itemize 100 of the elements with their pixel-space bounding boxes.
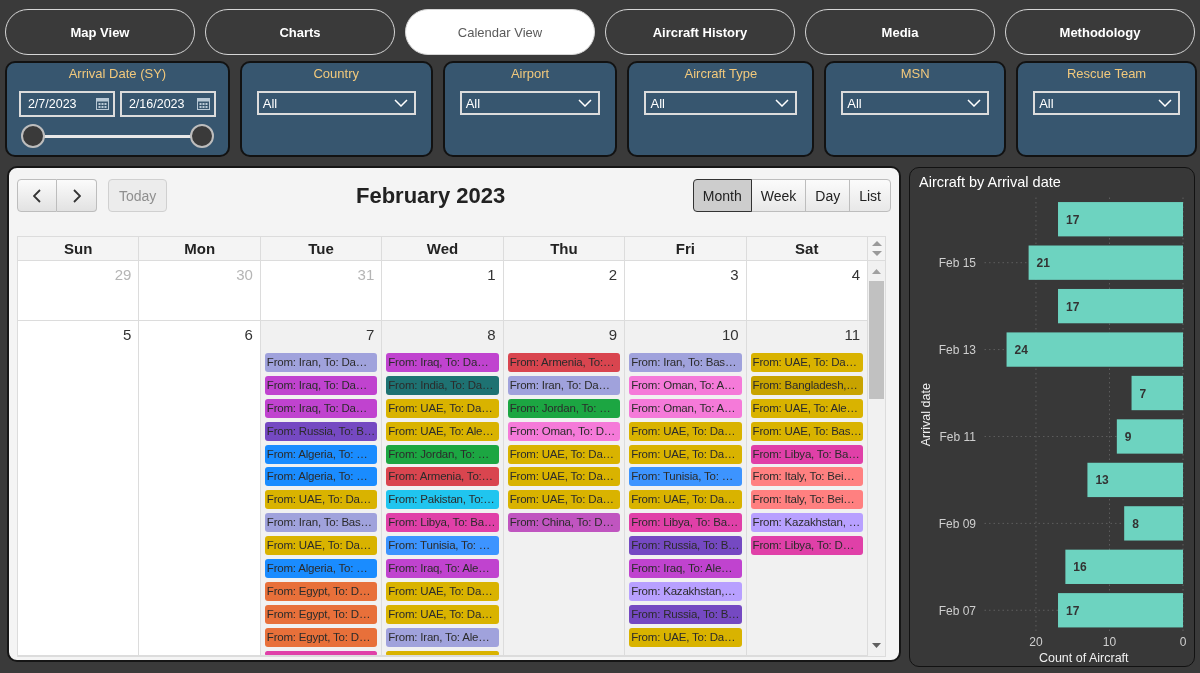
nav-tab[interactable]: Aircraft History bbox=[605, 9, 795, 55]
event-chip[interactable]: From: Oman, To: D… bbox=[507, 421, 621, 441]
event-chip[interactable]: From: Kazakhstan,… bbox=[629, 581, 742, 601]
day-cell[interactable]: 11 From: UAE, To: Da… From: Bangladesh,… From: UAE, To: Ale… From: UAE, To: Bas… From: Libya, To: Ba… From: Italy, To: Bei… From: Italy, To: Bei… From: Kazakhstan, … From: Libya, To: D… bbox=[746, 321, 868, 656]
calendar-title: February 2023 bbox=[356, 182, 506, 209]
nav-tab[interactable]: Methodology bbox=[1005, 9, 1195, 55]
event-chip[interactable]: From: Tunisia, To: … bbox=[629, 467, 742, 487]
nav-tab[interactable]: Map View bbox=[5, 9, 195, 55]
axis-label: Feb 15 bbox=[938, 256, 976, 271]
event-chip[interactable]: From: Libya, To: Ba… bbox=[629, 513, 742, 533]
event-chip[interactable]: From: China, To: D… bbox=[507, 513, 621, 533]
event-chip[interactable]: From: UAE, To: Da… bbox=[264, 490, 378, 510]
event-chip[interactable]: From: UAE, To: Bas… bbox=[750, 421, 863, 441]
event-chip[interactable]: From: Iraq, To: Ale… bbox=[386, 559, 499, 578]
event-chip[interactable]: From: Algeria, To: … bbox=[264, 559, 378, 578]
event-chip[interactable]: From: Iraq, To: Da… bbox=[264, 375, 378, 395]
event-chip[interactable]: From: UAE, To: Da… bbox=[386, 398, 499, 418]
event-chip[interactable]: From: UAE, To: Ale… bbox=[386, 421, 499, 441]
weekday-header: Wed bbox=[382, 237, 504, 261]
event-chip[interactable]: From: Libya, To: D… bbox=[750, 536, 863, 556]
event-chip[interactable]: From: Iraq, To: Da… bbox=[264, 398, 378, 418]
event-chip[interactable]: From: Armenia, To:… bbox=[386, 467, 499, 487]
view-button[interactable]: Week bbox=[750, 179, 807, 212]
dropdown-field[interactable]: All bbox=[841, 91, 990, 115]
event-chip[interactable]: From: UAE, To: Da… bbox=[386, 581, 499, 601]
range-slider[interactable] bbox=[20, 123, 214, 149]
day-cell[interactable]: 1 bbox=[382, 261, 504, 321]
event-chip[interactable]: From: UAE, To: Da… bbox=[750, 353, 863, 372]
event-chip[interactable]: From: Tunisia, To: … bbox=[386, 536, 499, 556]
scrollbar-thumb[interactable] bbox=[869, 281, 884, 399]
event-chip[interactable]: From: Jordan, To: … bbox=[507, 398, 621, 418]
bar-value-label: 21 bbox=[1036, 256, 1050, 271]
event-chip[interactable]: From: Iran, To: Ale… bbox=[386, 627, 499, 647]
event-chip[interactable]: From: Oman, To: A… bbox=[629, 375, 742, 395]
day-cell[interactable]: 4 bbox=[746, 261, 868, 321]
nav-tab[interactable]: Media bbox=[805, 9, 995, 55]
event-chip[interactable]: From: Algeria, To: … bbox=[264, 444, 378, 464]
day-cell[interactable]: 3 bbox=[625, 261, 747, 321]
event-chip[interactable]: From: Libya, To: Ba… bbox=[386, 513, 499, 533]
date-input[interactable]: 2/7/2023 bbox=[18, 91, 115, 117]
event-chip[interactable]: From: UAE, To: Ale… bbox=[750, 398, 863, 418]
event-chip[interactable]: From: UAE, To: Da… bbox=[629, 627, 742, 647]
event-chip[interactable]: From: Libya, To: Ba… bbox=[750, 444, 863, 464]
event-chip[interactable]: From: Iraq, To: Ale… bbox=[629, 559, 742, 578]
scrollbar[interactable] bbox=[868, 261, 885, 656]
prev-button[interactable] bbox=[17, 179, 57, 212]
event-chip[interactable]: From: Egypt, To: D… bbox=[264, 627, 378, 647]
bar-value-label: 7 bbox=[1139, 386, 1147, 401]
slider-thumb[interactable] bbox=[189, 124, 214, 148]
event-chip[interactable]: From: Jordan, To: … bbox=[386, 444, 499, 464]
view-button[interactable]: Day bbox=[805, 179, 851, 212]
event-chip[interactable]: From: UAE, To: Da… bbox=[264, 536, 378, 556]
day-number: 5 bbox=[123, 325, 132, 345]
up-down-arrows-icon[interactable] bbox=[871, 241, 882, 256]
event-chip[interactable]: From: Oman, To: A… bbox=[629, 398, 742, 418]
event-chip[interactable]: From: UAE, To: Da… bbox=[629, 490, 742, 510]
day-cell[interactable]: 5 bbox=[18, 321, 140, 656]
event-chip[interactable]: From: UAE, To: Da… bbox=[386, 604, 499, 624]
dropdown-field[interactable]: All bbox=[256, 91, 416, 115]
event-chip[interactable]: From: Egypt, To: D… bbox=[264, 604, 378, 624]
bar bbox=[1116, 419, 1183, 454]
day-cell[interactable] bbox=[625, 321, 747, 656]
dropdown-field[interactable]: All bbox=[1033, 91, 1180, 115]
event-chip[interactable]: From: UAE, To: Da… bbox=[507, 490, 621, 510]
event-chip[interactable]: From: Algeria, To: … bbox=[264, 467, 378, 487]
view-button[interactable]: List bbox=[849, 179, 891, 212]
event-chip[interactable]: From: Armenia, To:… bbox=[507, 353, 621, 372]
event-chip[interactable]: From: Italy, To: Bei… bbox=[750, 467, 863, 487]
event-chip[interactable]: From: Iran, To: Da… bbox=[507, 375, 621, 395]
day-cell[interactable]: 9 From: Armenia, To:… From: Iran, To: Da… From: Jordan, To: … From: Oman, To: D… From: UAE, To: Da… From: UAE, To: Da… From: UAE, To: Da… From: China, To: D… bbox=[503, 321, 626, 656]
event-chip[interactable]: From: Egypt, To: D… bbox=[264, 581, 378, 601]
day-cell[interactable] bbox=[260, 321, 383, 656]
day-cell[interactable]: 6 bbox=[139, 321, 261, 656]
event-chip[interactable]: From: UAE, To: Da… bbox=[629, 421, 742, 441]
event-chip[interactable]: From: UAE, To: Da… bbox=[507, 444, 621, 464]
event-chip[interactable]: From: UAE, To: Da… bbox=[629, 444, 742, 464]
next-button[interactable] bbox=[57, 179, 97, 212]
nav-tab[interactable]: Calendar View bbox=[405, 9, 595, 55]
event-chip[interactable]: From: Iran, To: Da… bbox=[264, 353, 378, 372]
view-button[interactable]: Month bbox=[692, 179, 752, 212]
day-number: 31 bbox=[357, 265, 375, 285]
dropdown-field[interactable]: All bbox=[644, 91, 798, 115]
event-chip[interactable]: From: Pakistan, To:… bbox=[386, 490, 499, 510]
slider-thumb[interactable] bbox=[20, 124, 45, 148]
event-chip[interactable]: From: Bangladesh,… bbox=[750, 375, 863, 395]
day-number: 2 bbox=[608, 265, 618, 285]
dropdown-field[interactable]: All bbox=[459, 91, 601, 115]
tick-label: 20 bbox=[1029, 635, 1043, 649]
day-cell[interactable] bbox=[382, 321, 504, 656]
event-chip[interactable]: From: Iran, To: Bas… bbox=[629, 353, 742, 372]
event-chip[interactable] bbox=[264, 650, 378, 655]
event-chip[interactable]: From: UAE, To: Da… bbox=[507, 467, 621, 487]
event-chip[interactable]: From: Kazakhstan, … bbox=[750, 513, 863, 533]
event-chip[interactable]: From: Iran, To: Bas… bbox=[264, 513, 378, 533]
date-input[interactable]: 2/16/2023 bbox=[119, 91, 216, 117]
event-chip[interactable]: From: Italy, To: Bei… bbox=[750, 490, 863, 510]
arrow-down-icon[interactable] bbox=[872, 643, 881, 648]
event-chip[interactable]: From: Iraq, To: Da… bbox=[386, 353, 499, 372]
day-cell[interactable]: 2 bbox=[503, 261, 626, 321]
nav-tab[interactable]: Charts bbox=[205, 9, 395, 55]
